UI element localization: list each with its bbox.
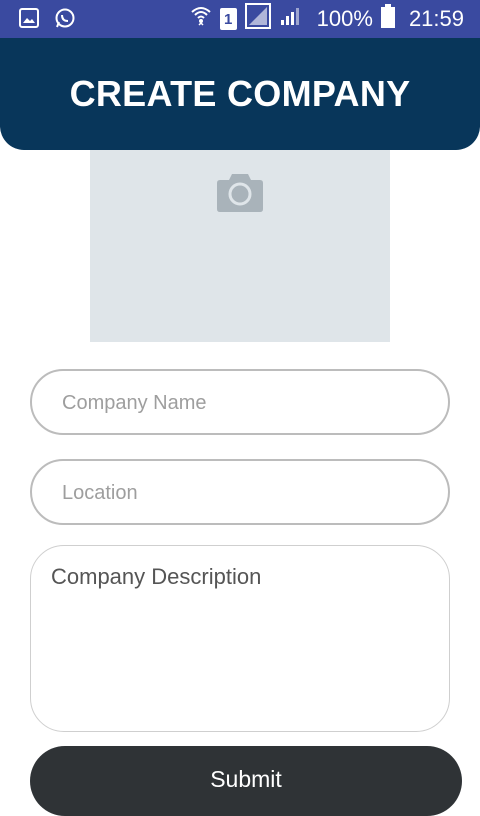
location-placeholder: Location xyxy=(62,482,138,504)
app-header: CREATE COMPANY xyxy=(0,38,480,150)
company-name-field[interactable]: Company Name xyxy=(30,369,450,435)
sim-icon: 1 xyxy=(219,8,237,30)
status-time: 21:59 xyxy=(408,6,464,31)
whatsapp-icon xyxy=(54,7,76,34)
company-description-field[interactable]: Company Description xyxy=(30,545,450,732)
company-image-picker[interactable] xyxy=(90,150,390,342)
company-name-placeholder: Company Name xyxy=(62,392,207,414)
gallery-icon xyxy=(18,7,40,34)
sim-slot-number: 1 xyxy=(223,10,233,28)
location-field[interactable]: Location xyxy=(30,459,450,525)
status-left-icons xyxy=(18,7,76,34)
no-signal-icon xyxy=(244,3,271,35)
status-bar: 1 100% 21:59 xyxy=(0,0,480,38)
battery-icon xyxy=(380,4,395,34)
company-description-placeholder: Company Description xyxy=(51,564,262,589)
wifi-icon xyxy=(190,4,212,34)
camera-icon[interactable] xyxy=(217,170,263,217)
page-title: CREATE COMPANY xyxy=(69,73,411,114)
submit-button[interactable]: Submit xyxy=(30,746,462,816)
status-right-icons: 1 100% 21:59 xyxy=(190,0,464,38)
battery-percent: 100% xyxy=(316,6,373,31)
signal-icon xyxy=(279,5,301,33)
submit-label: Submit xyxy=(210,766,282,792)
